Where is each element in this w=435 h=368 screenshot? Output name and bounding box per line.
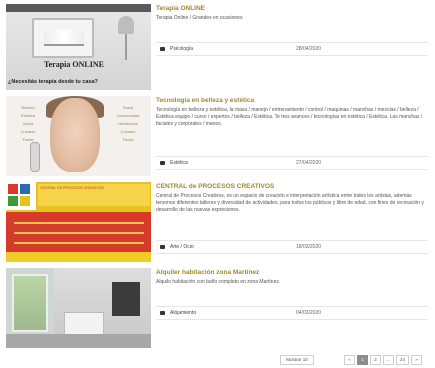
item-description: Terapia Online / Grandes en ocasiones — [156, 15, 243, 21]
item-description: Tecnología en belleza y estética, la mas… — [156, 107, 423, 127]
category-icon — [160, 47, 165, 51]
item-date: 28/04/2020 — [296, 46, 322, 52]
thumb-red-band — [6, 212, 151, 252]
thumb-logo-square — [20, 196, 30, 206]
item-date: 04/03/2020 — [296, 310, 322, 316]
thumb-book — [44, 30, 84, 46]
item-category[interactable]: Alojamiento — [170, 310, 196, 316]
thumb-right-word: Facial — [122, 137, 134, 142]
thumb-left-word: Cuidado — [20, 129, 36, 134]
thumb-right-word: Luminosidad — [116, 113, 140, 118]
thumb-banner: Terapia ONLINE — [44, 60, 104, 69]
item-category[interactable]: Estética — [170, 160, 188, 166]
thumb-text-line — [14, 232, 144, 234]
page-size-button[interactable]: Mostrar 10 — [280, 355, 314, 365]
thumb-right-word: Cuidado — [120, 129, 136, 134]
page-button-active[interactable]: 1 — [357, 355, 368, 365]
thumb-logo-square — [8, 184, 18, 194]
thumb-left-word: Facial — [22, 137, 34, 142]
thumb-picture-frame — [112, 282, 140, 316]
thumb-left-word: Belleza — [21, 105, 35, 110]
item-category[interactable]: Arte / Ocio — [170, 244, 194, 250]
thumb-right-word: Hidratación — [117, 121, 139, 126]
thumb-face — [50, 98, 100, 172]
category-icon — [160, 245, 165, 249]
thumb-top-text: CENTRAL DE PROCESOS CREATIVOS — [38, 184, 150, 206]
thumb-bottom-band — [6, 252, 151, 262]
item-body: Alquiler habitación zona Martínez Alquil… — [156, 268, 428, 320]
item-meta: Estética 27/04/2020 — [156, 156, 428, 170]
thumb-right-word: Salud — [122, 105, 134, 110]
thumb-lamp — [118, 16, 134, 34]
item-meta: Alojamiento 04/03/2020 — [156, 306, 428, 320]
item-date: 27/04/2020 — [296, 160, 322, 166]
thumb-tagline: ¿Necesitás terapia desde tu casa? — [8, 79, 98, 85]
category-icon — [160, 311, 165, 315]
item-title[interactable]: Terapia ONLINE — [156, 4, 428, 13]
thumb-left-word: Salud — [22, 121, 34, 126]
prev-page-button[interactable]: « — [344, 355, 355, 365]
item-title[interactable]: Alquiler habitación zona Martínez — [156, 268, 428, 277]
item-body: Terapia ONLINE Terapia Online / Grandes … — [156, 4, 428, 56]
item-thumbnail[interactable]: CENTRAL DE PROCESOS CREATIVOS — [6, 182, 151, 262]
item-description: Alquilo habitación con baño completo en … — [156, 279, 281, 285]
next-page-button[interactable]: » — [411, 355, 422, 365]
thumb-lamp-pole — [125, 34, 127, 60]
thumb-window — [12, 274, 48, 332]
item-thumbnail[interactable]: Belleza Estética Salud Cuidado Facial Sa… — [6, 96, 151, 176]
thumb-left-word: Estética — [20, 113, 36, 118]
category-icon — [160, 161, 165, 165]
item-thumbnail[interactable]: Terapia ONLINE ¿Necesitás terapia desde … — [6, 4, 151, 90]
item-body: Tecnología en belleza y estética Tecnolo… — [156, 96, 428, 170]
item-category[interactable]: Psicología — [170, 46, 193, 52]
thumb-floor — [6, 334, 151, 348]
thumb-logo — [6, 182, 36, 210]
thumb-logo-square — [20, 184, 30, 194]
page-button[interactable]: 24 — [396, 355, 409, 365]
item-body: CENTRAL de PROCESOS CREATIVOS Central de… — [156, 182, 428, 254]
thumb-shelf — [64, 312, 104, 336]
item-date: 18/03/2020 — [296, 244, 322, 250]
item-meta: Arte / Ocio 18/03/2020 — [156, 240, 428, 254]
item-title[interactable]: CENTRAL de PROCESOS CREATIVOS — [156, 182, 428, 191]
thumb-text-line — [14, 242, 144, 244]
thumb-logo-square — [8, 196, 18, 206]
page-ellipsis: ... — [383, 355, 394, 365]
item-title[interactable]: Tecnología en belleza y estética — [156, 96, 428, 105]
thumb-right-column: Salud Luminosidad Hidratación Cuidado Fa… — [108, 104, 148, 144]
item-meta: Psicología 28/04/2020 — [156, 42, 428, 56]
thumb-left-column: Belleza Estética Salud Cuidado Facial — [8, 104, 48, 144]
thumb-topbar — [6, 4, 151, 12]
thumb-monitor — [32, 18, 94, 58]
page-button[interactable]: 2 — [370, 355, 381, 365]
thumb-text-line — [14, 222, 144, 224]
item-description: Central de Procesos Creativos, es un esp… — [156, 193, 424, 213]
thumb-device — [30, 142, 40, 172]
item-thumbnail[interactable] — [6, 268, 151, 348]
